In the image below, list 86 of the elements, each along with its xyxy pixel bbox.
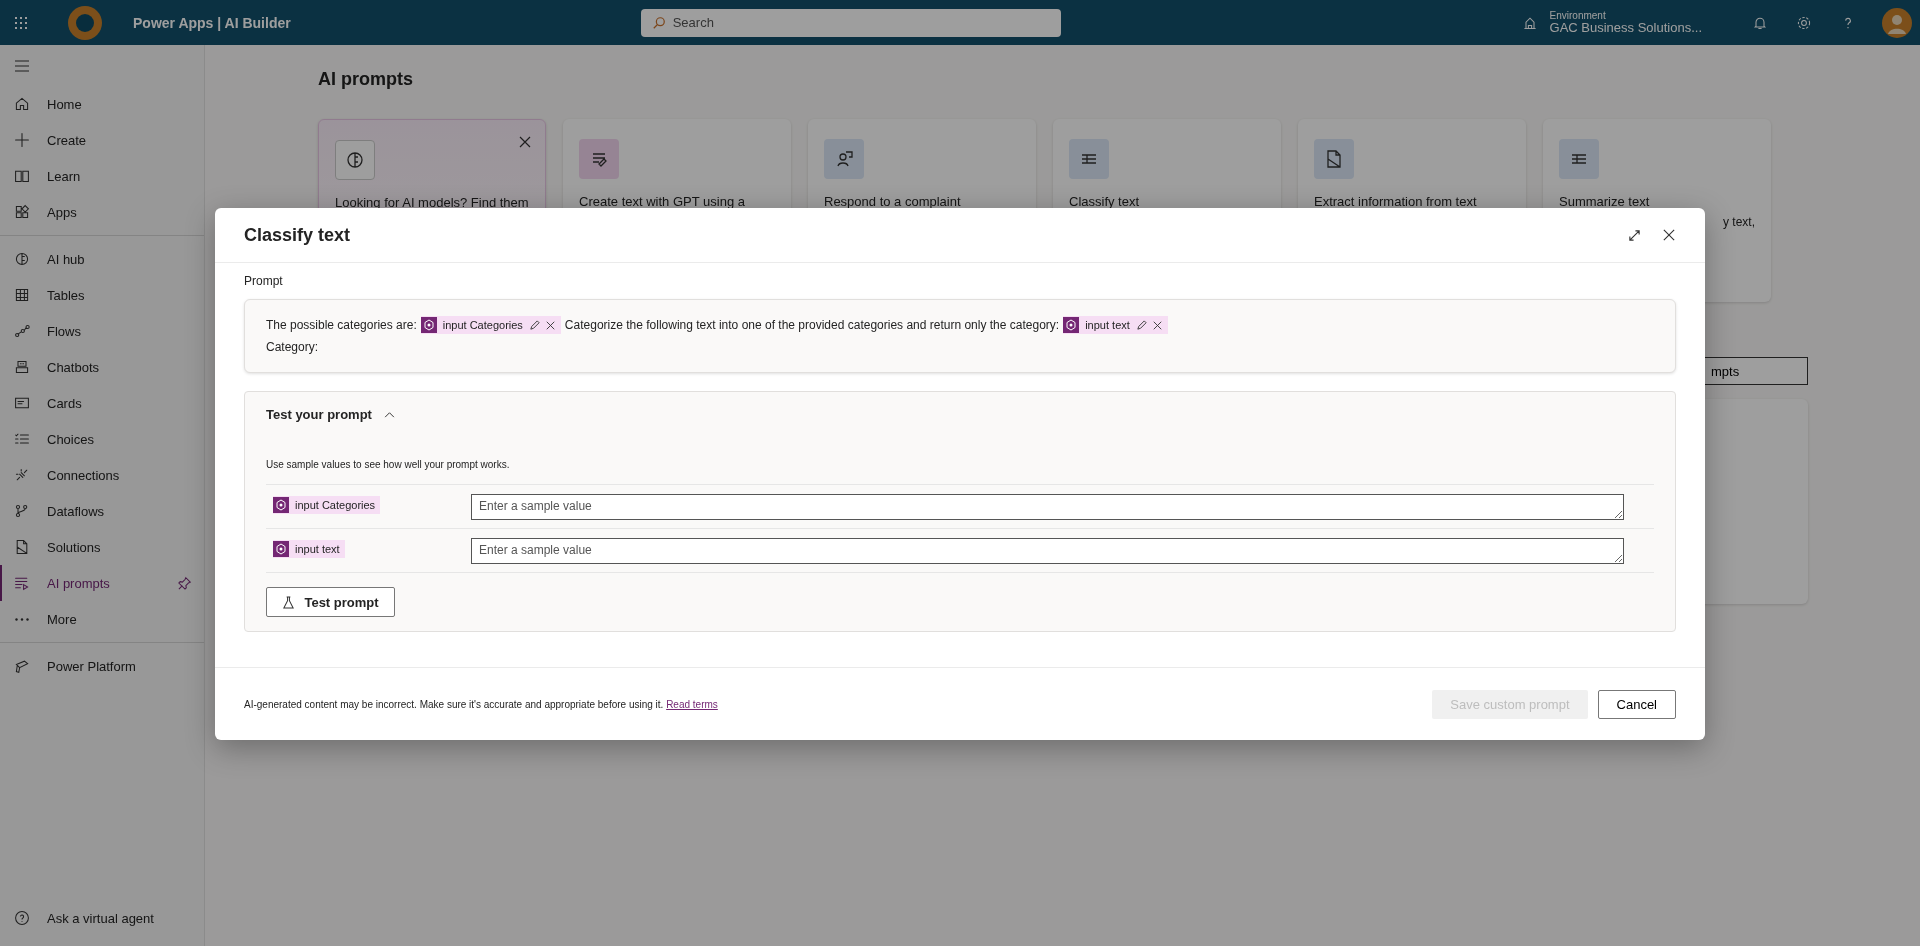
read-terms-link[interactable]: Read terms [666,698,718,710]
list-icon [14,431,30,447]
table-icon [14,287,30,303]
search-field[interactable]: Search [640,8,1061,37]
variable-chip[interactable]: input text [1063,316,1168,334]
lines-icon [1069,139,1109,179]
person-icon [824,139,864,179]
pin-icon[interactable] [178,576,192,590]
variable-icon [1063,317,1080,333]
card-icon [14,395,30,411]
remove-icon[interactable] [1152,320,1162,330]
close-icon[interactable] [519,136,531,148]
more-icon [15,617,29,621]
doc-icon [1314,139,1354,179]
remove-icon[interactable] [545,320,555,330]
sidebar-item[interactable]: Connections [0,457,204,493]
doc-icon [14,539,30,555]
flow-icon [14,323,30,339]
avatar-icon[interactable] [1882,7,1912,38]
plus-icon [14,132,30,148]
search-icon [651,15,666,30]
brain-icon [14,251,30,267]
app-title[interactable]: Power Apps | AI Builder [133,14,291,31]
prompt-text: The possible categories are: [266,318,417,332]
variable-icon [273,541,289,557]
expand-icon[interactable] [1628,228,1641,242]
home-icon [14,96,30,112]
sidebar-item[interactable]: More [0,601,204,637]
prompt-text: Categorize the following text into one of the provided categories and return only the category: [564,318,1060,332]
sidebar-item[interactable]: Create [0,122,204,158]
card-title: Classify text [1069,194,1141,209]
card-description: y text, [1723,215,1755,229]
environment-name[interactable]: GAC Business Solutions... [1549,20,1702,36]
card-title: Respond to a complaint [824,194,962,209]
sidebar-item[interactable]: Power Platform [0,648,204,684]
prompt-text: Category: [266,340,319,354]
lines-icon [1559,139,1599,179]
edit-icon[interactable] [528,319,540,331]
test-hint: Use sample values to see how well your prompt works. [266,459,511,470]
sample-value-field[interactable]: Enter a sample value [471,537,1624,564]
close-icon[interactable] [1663,229,1675,241]
sidebar-item[interactable]: Learn [0,158,204,194]
sidebar-item[interactable]: Dataflows [0,493,204,529]
sidebar-item[interactable]: Solutions [0,529,204,565]
plug-icon [14,467,30,483]
prompt-icon [14,575,30,591]
sidebar-item[interactable]: Tables [0,277,204,313]
card-title: Summarize text [1559,194,1651,209]
flask-icon [282,595,296,609]
environment-label: Environment [1549,9,1607,21]
disclaimer-text: AI-generated content may be incorrect. Make sure it's accurate and appropriate before using it. Read terms [244,698,718,710]
card-title: Extract information from text [1314,194,1478,209]
cancel-button[interactable]: Cancel [1597,689,1676,719]
sidebar-item[interactable]: Choices [0,421,204,457]
edit-icon[interactable] [1135,319,1147,331]
prompt-editor[interactable]: The possible categories are: input Categories Categorize the following text into one of the provided categories and return only the category: input text Category: [244,299,1676,373]
virtual-agent-link[interactable]: Ask a virtual agent [0,900,204,936]
pen-icon [579,139,619,179]
dialog-title: Classify text [244,224,352,246]
settings-icon[interactable] [1796,14,1812,31]
card-title: Looking for AI models? Find them [335,195,529,210]
book-icon [14,168,30,184]
sidebar-item[interactable]: Cards [0,385,204,421]
apps-icon [14,204,30,220]
variable-icon [420,317,437,333]
sidebar-item[interactable]: Home [0,86,204,122]
variable-chip[interactable]: input Categories [420,316,561,334]
sidebar-item[interactable]: Flows [0,313,204,349]
sidebar-item[interactable]: Apps [0,194,204,230]
bot-icon [14,359,30,375]
page-title: AI prompts [318,69,414,90]
help-icon [14,910,30,926]
sample-value-field[interactable]: Enter a sample value [471,493,1624,520]
sidebar-item[interactable]: AI prompts [0,565,204,601]
sidebar-item[interactable]: Chatbots [0,349,204,385]
sidebar-item[interactable]: AI hub [0,241,204,277]
test-prompt-button[interactable]: Test prompt [266,587,395,617]
variable-chip: input text [273,540,345,558]
variable-chip: input Categories [273,496,381,514]
branch-icon [14,503,30,519]
chevron-icon [383,410,395,418]
test-section-toggle[interactable]: Test your prompt [266,392,1654,436]
app-launcher-icon[interactable] [14,15,28,30]
card-title: Create text with GPT using a [579,194,746,209]
prompt-label: Prompt [244,274,284,288]
variable-icon [273,497,289,513]
